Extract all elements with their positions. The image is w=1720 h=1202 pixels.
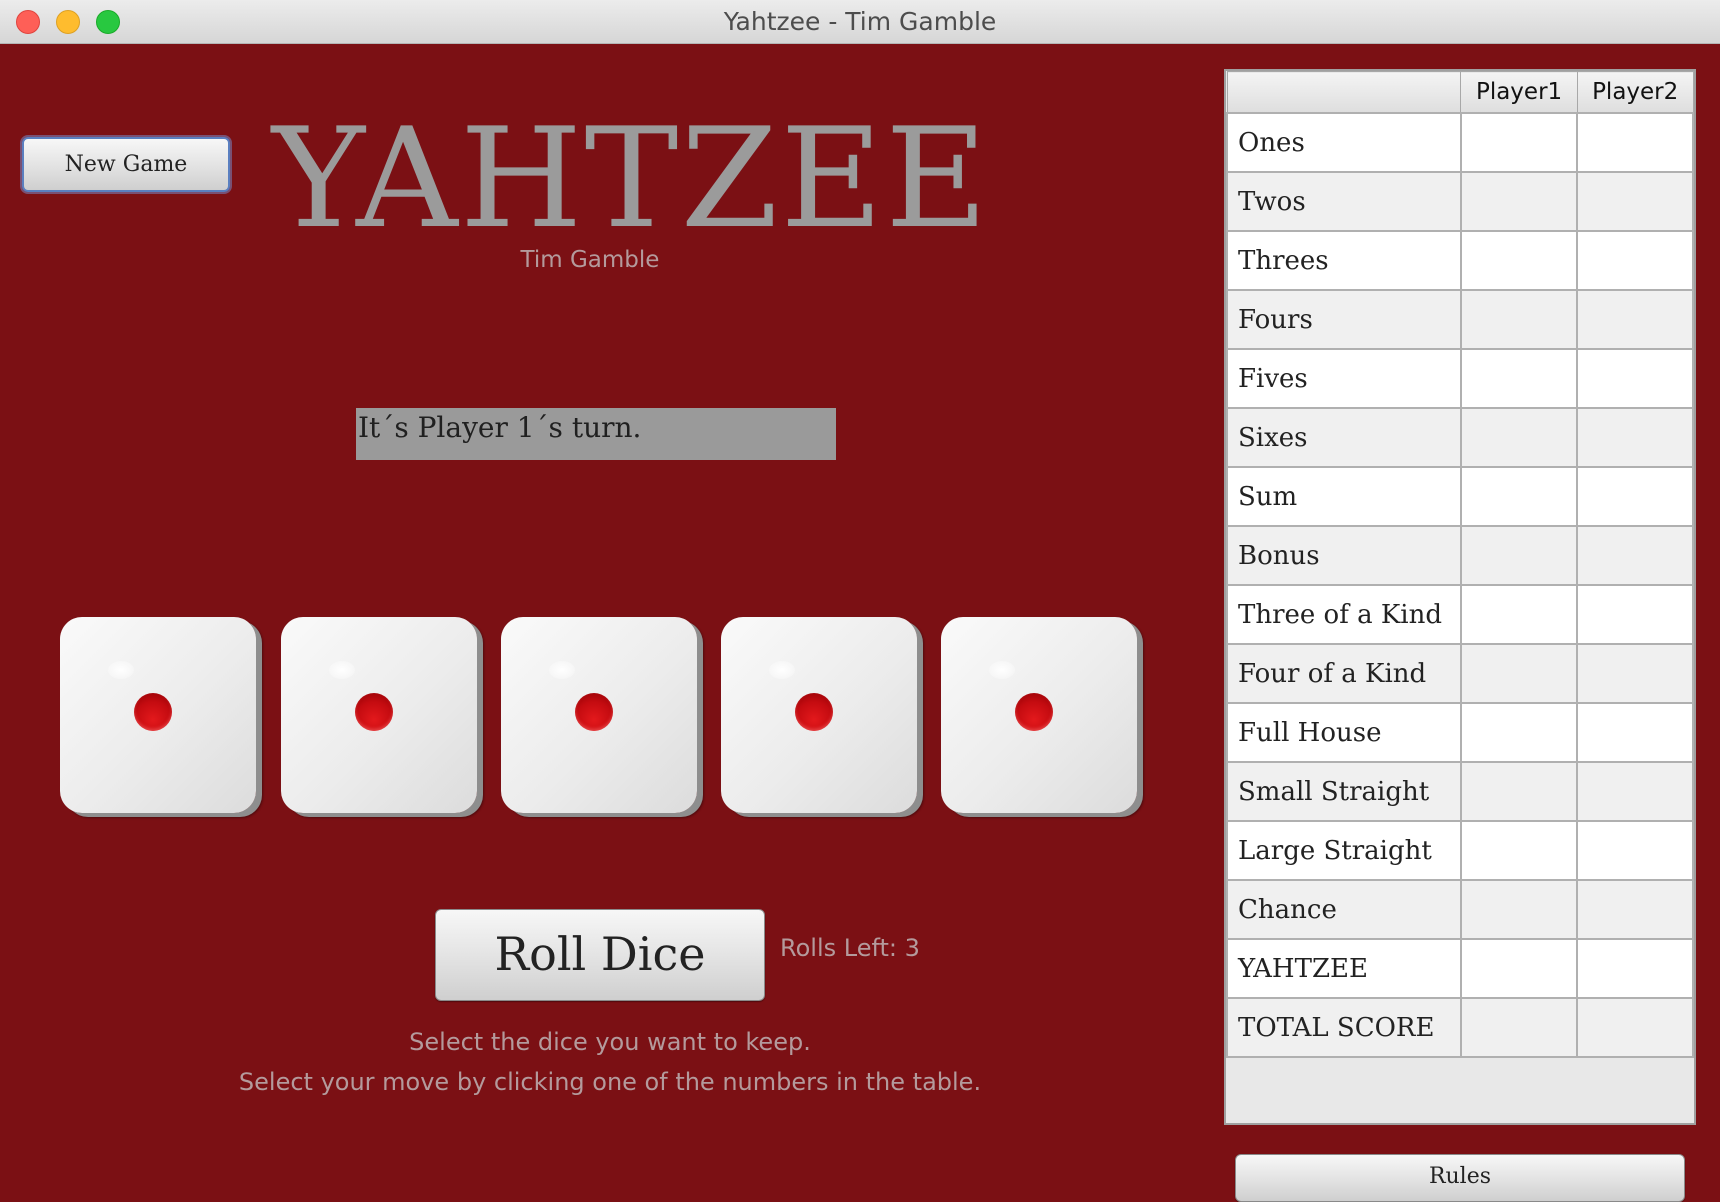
player1-score-cell[interactable] bbox=[1459, 171, 1579, 232]
instruction-keep-dice: Select the dice you want to keep. bbox=[409, 1028, 811, 1056]
scorecard-table: Player1 Player2 Ones Twos Threes Fours Fives… bbox=[1226, 71, 1694, 1058]
header-category bbox=[1226, 71, 1462, 114]
die-1[interactable] bbox=[60, 617, 256, 813]
die-pip bbox=[575, 693, 613, 731]
app-window: Yahtzee - Tim Gamble New Game YAHTZEE Ti… bbox=[0, 0, 1720, 1202]
player1-score-cell[interactable] bbox=[1459, 348, 1579, 409]
player2-score-cell[interactable] bbox=[1576, 112, 1694, 173]
scorecard-row: Bonus bbox=[1226, 525, 1694, 586]
title-bar: Yahtzee - Tim Gamble bbox=[0, 0, 1720, 44]
die-3[interactable] bbox=[501, 617, 697, 813]
category-label: Fours bbox=[1226, 289, 1462, 350]
rolls-left-label: Rolls Left: 3 bbox=[780, 934, 920, 962]
category-label: YAHTZEE bbox=[1226, 938, 1462, 999]
category-label: Twos bbox=[1226, 171, 1462, 232]
scorecard-row: Twos bbox=[1226, 171, 1694, 232]
scorecard-panel: Player1 Player2 Ones Twos Threes Fours Fives… bbox=[1224, 69, 1696, 1125]
turn-status: It´s Player 1´s turn. bbox=[356, 408, 836, 460]
scorecard-row: Three of a Kind bbox=[1226, 584, 1694, 645]
scorecard-row: Ones bbox=[1226, 112, 1694, 173]
category-label: Large Straight bbox=[1226, 820, 1462, 881]
scorecard-row: Large Straight bbox=[1226, 820, 1694, 881]
scorecard-row: Fives bbox=[1226, 348, 1694, 409]
player2-score-cell[interactable] bbox=[1576, 525, 1694, 586]
game-area: New Game YAHTZEE Tim Gamble It´s Player … bbox=[0, 44, 1720, 1202]
category-label: Chance bbox=[1226, 879, 1462, 940]
category-label: Threes bbox=[1226, 230, 1462, 291]
die-shine bbox=[549, 661, 575, 679]
die-pip bbox=[134, 693, 172, 731]
header-player1[interactable]: Player1 bbox=[1460, 71, 1578, 114]
die-pip bbox=[795, 693, 833, 731]
die-shine bbox=[329, 661, 355, 679]
player2-score-cell[interactable] bbox=[1576, 702, 1694, 763]
scorecard-row: Fours bbox=[1226, 289, 1694, 350]
category-label: Bonus bbox=[1226, 525, 1462, 586]
player2-score-cell[interactable] bbox=[1576, 820, 1694, 881]
rules-button[interactable]: Rules bbox=[1235, 1154, 1685, 1202]
category-label: Fives bbox=[1226, 348, 1462, 409]
category-label: Three of a Kind bbox=[1226, 584, 1462, 645]
category-label: Four of a Kind bbox=[1226, 643, 1462, 704]
category-label: TOTAL SCORE bbox=[1226, 997, 1462, 1058]
player1-score-cell[interactable] bbox=[1459, 643, 1579, 704]
player2-score-cell[interactable] bbox=[1576, 407, 1694, 468]
category-label: Full House bbox=[1226, 702, 1462, 763]
player1-score-cell[interactable] bbox=[1459, 525, 1579, 586]
player1-score-cell[interactable] bbox=[1459, 997, 1579, 1058]
player2-score-cell[interactable] bbox=[1576, 289, 1694, 350]
header-player2[interactable]: Player2 bbox=[1576, 71, 1694, 114]
player2-score-cell[interactable] bbox=[1576, 643, 1694, 704]
player2-score-cell[interactable] bbox=[1576, 466, 1694, 527]
die-2[interactable] bbox=[281, 617, 477, 813]
player2-score-cell[interactable] bbox=[1576, 997, 1694, 1058]
die-4[interactable] bbox=[721, 617, 917, 813]
player1-score-cell[interactable] bbox=[1459, 820, 1579, 881]
player1-score-cell[interactable] bbox=[1459, 879, 1579, 940]
player1-score-cell[interactable] bbox=[1459, 466, 1579, 527]
category-label: Ones bbox=[1226, 112, 1462, 173]
player2-score-cell[interactable] bbox=[1576, 761, 1694, 822]
die-shine bbox=[989, 661, 1015, 679]
player2-score-cell[interactable] bbox=[1576, 938, 1694, 999]
window-title: Yahtzee - Tim Gamble bbox=[723, 7, 997, 36]
player1-score-cell[interactable] bbox=[1459, 584, 1579, 645]
player2-score-cell[interactable] bbox=[1576, 879, 1694, 940]
scorecard-row: Small Straight bbox=[1226, 761, 1694, 822]
die-shine bbox=[769, 661, 795, 679]
player1-score-cell[interactable] bbox=[1459, 230, 1579, 291]
scorecard-header-row: Player1 Player2 bbox=[1226, 71, 1694, 114]
player2-score-cell[interactable] bbox=[1576, 230, 1694, 291]
die-shine bbox=[108, 661, 134, 679]
category-label: Sum bbox=[1226, 466, 1462, 527]
author-label: Tim Gamble bbox=[520, 247, 660, 273]
scorecard-row: Threes bbox=[1226, 230, 1694, 291]
scorecard-row: Sum bbox=[1226, 466, 1694, 527]
new-game-button[interactable]: New Game bbox=[22, 137, 230, 192]
player1-score-cell[interactable] bbox=[1459, 407, 1579, 468]
player1-score-cell[interactable] bbox=[1459, 289, 1579, 350]
player1-score-cell[interactable] bbox=[1459, 112, 1579, 173]
player2-score-cell[interactable] bbox=[1576, 348, 1694, 409]
player1-score-cell[interactable] bbox=[1459, 761, 1579, 822]
scorecard-row: TOTAL SCORE bbox=[1226, 997, 1694, 1058]
scorecard-row: Sixes bbox=[1226, 407, 1694, 468]
yahtzee-logo: YAHTZEE bbox=[272, 98, 990, 259]
die-pip bbox=[1015, 693, 1053, 731]
roll-dice-button[interactable]: Roll Dice bbox=[435, 909, 765, 1001]
player1-score-cell[interactable] bbox=[1459, 702, 1579, 763]
player2-score-cell[interactable] bbox=[1576, 171, 1694, 232]
category-label: Small Straight bbox=[1226, 761, 1462, 822]
instruction-select-move: Select your move by clicking one of the … bbox=[238, 1068, 982, 1096]
die-pip bbox=[355, 693, 393, 731]
player1-score-cell[interactable] bbox=[1459, 938, 1579, 999]
category-label: Sixes bbox=[1226, 407, 1462, 468]
player2-score-cell[interactable] bbox=[1576, 584, 1694, 645]
scorecard-row: Chance bbox=[1226, 879, 1694, 940]
scorecard-row: Full House bbox=[1226, 702, 1694, 763]
scorecard-row: Four of a Kind bbox=[1226, 643, 1694, 704]
die-5[interactable] bbox=[941, 617, 1137, 813]
scorecard-row: YAHTZEE bbox=[1226, 938, 1694, 999]
